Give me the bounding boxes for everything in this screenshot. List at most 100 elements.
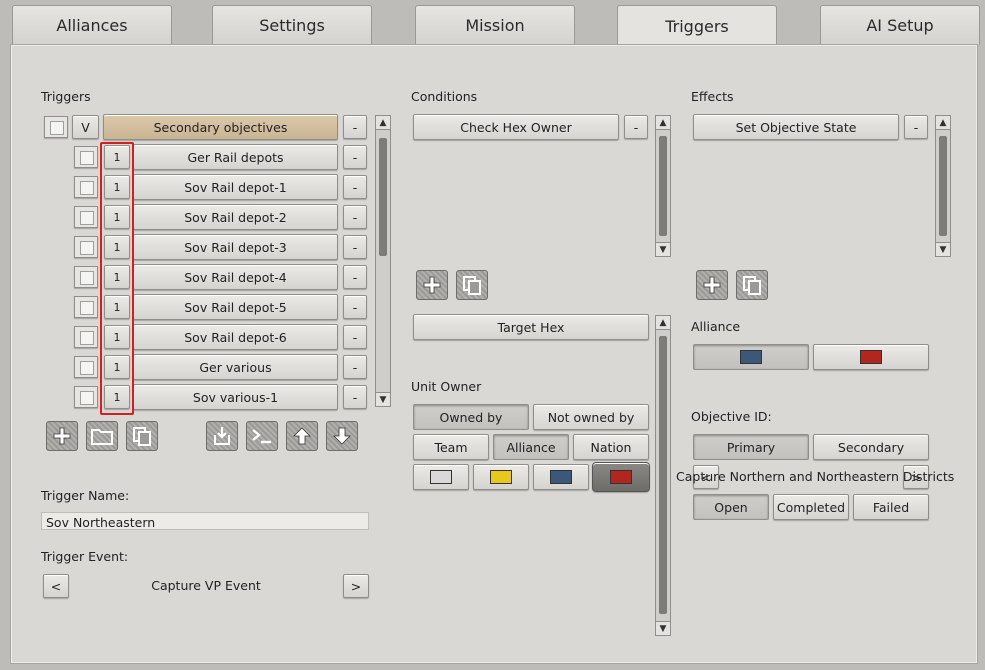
conditions-title: Conditions: [411, 89, 478, 104]
trigger-checkbox[interactable]: [74, 386, 98, 408]
scroll-thumb[interactable]: [659, 336, 667, 614]
remove-trigger-button[interactable]: -: [343, 295, 367, 319]
copy-condition-icon[interactable]: [456, 270, 488, 300]
scroll-up-icon[interactable]: ▲: [656, 116, 670, 130]
scroll-thumb[interactable]: [379, 138, 387, 256]
tab-mission[interactable]: Mission: [415, 5, 575, 45]
add-effect-icon[interactable]: [696, 270, 728, 300]
trigger-event-label: Trigger Event:: [41, 549, 129, 564]
trigger-item[interactable]: Sov Rail depot-3: [133, 234, 338, 260]
header-checkbox[interactable]: [44, 116, 68, 138]
trigger-checkbox[interactable]: [74, 236, 98, 258]
arrow-down-icon[interactable]: [326, 421, 358, 451]
not-owned-by-button[interactable]: Not owned by: [533, 404, 649, 430]
trigger-name-input[interactable]: Sov Northeastern: [41, 512, 369, 530]
tab-alliances[interactable]: Alliances: [12, 5, 172, 45]
secondary-button[interactable]: Secondary: [813, 434, 929, 460]
owned-by-button[interactable]: Owned by: [413, 404, 529, 430]
condition-check-hex-owner[interactable]: Check Hex Owner: [413, 114, 619, 140]
import-icon[interactable]: [206, 421, 238, 451]
tab-ai-setup[interactable]: AI Setup: [820, 5, 980, 45]
remove-trigger-button[interactable]: -: [343, 145, 367, 169]
header-v-button[interactable]: V: [72, 115, 99, 139]
condition-params-scrollbar[interactable]: ▲ ▼: [655, 315, 671, 636]
color-button-red[interactable]: [592, 462, 650, 492]
color-button-blue[interactable]: [533, 464, 589, 490]
remove-trigger-button[interactable]: -: [343, 235, 367, 259]
trigger-item[interactable]: Sov Rail depot-6: [133, 324, 338, 350]
console-icon[interactable]: [246, 421, 278, 451]
copy-icon[interactable]: [126, 421, 158, 451]
remove-trigger-button[interactable]: -: [343, 385, 367, 409]
color-swatch: [550, 470, 572, 484]
state-failed-button[interactable]: Failed: [853, 494, 929, 520]
scroll-down-icon[interactable]: ▼: [656, 621, 670, 635]
state-open-button[interactable]: Open: [693, 494, 769, 520]
trigger-item[interactable]: Ger Rail depots: [133, 144, 338, 170]
scroll-down-icon[interactable]: ▼: [656, 242, 670, 256]
trigger-checkbox[interactable]: [74, 326, 98, 348]
remove-trigger-button[interactable]: -: [343, 355, 367, 379]
nation-button[interactable]: Nation: [573, 434, 649, 460]
effect-set-objective-state[interactable]: Set Objective State: [693, 114, 899, 140]
trigger-name-label: Trigger Name:: [41, 488, 130, 503]
number-column-highlight: [100, 142, 134, 415]
folder-icon[interactable]: [86, 421, 118, 451]
objective-name: Capture Northern and Northeastern Distri…: [676, 469, 955, 484]
remove-effect-button[interactable]: -: [904, 115, 928, 139]
trigger-item[interactable]: Sov Rail depot-4: [133, 264, 338, 290]
target-hex-button[interactable]: Target Hex: [413, 314, 649, 340]
tab-settings[interactable]: Settings: [212, 5, 372, 45]
conditions-scrollbar[interactable]: ▲ ▼: [655, 115, 671, 257]
remove-condition-button[interactable]: -: [624, 115, 648, 139]
team-button[interactable]: Team: [413, 434, 489, 460]
primary-button[interactable]: Primary: [693, 434, 809, 460]
trigger-checkbox[interactable]: [74, 356, 98, 378]
trigger-checkbox[interactable]: [74, 296, 98, 318]
trigger-checkbox[interactable]: [74, 176, 98, 198]
trigger-item[interactable]: Ger various: [133, 354, 338, 380]
remove-trigger-button[interactable]: -: [343, 205, 367, 229]
add-condition-icon[interactable]: [416, 270, 448, 300]
triggers-title: Triggers: [41, 89, 91, 104]
effects-title: Effects: [691, 89, 734, 104]
copy-effect-icon[interactable]: [736, 270, 768, 300]
trigger-item[interactable]: Sov Rail depot-2: [133, 204, 338, 230]
color-swatch: [490, 470, 512, 484]
state-completed-button[interactable]: Completed: [773, 494, 849, 520]
scroll-down-icon[interactable]: ▼: [936, 242, 950, 256]
remove-trigger-button[interactable]: -: [343, 175, 367, 199]
trigger-event-value: Capture VP Event: [151, 578, 261, 593]
color-swatch: [610, 470, 632, 484]
trigger-checkbox[interactable]: [74, 266, 98, 288]
event-next-button[interactable]: >: [343, 574, 369, 598]
remove-trigger-button[interactable]: -: [343, 325, 367, 349]
trigger-checkbox[interactable]: [74, 146, 98, 168]
trigger-group-header[interactable]: Secondary objectives: [103, 114, 338, 140]
arrow-up-icon[interactable]: [286, 421, 318, 451]
color-button-white[interactable]: [413, 464, 469, 490]
trigger-checkbox[interactable]: [74, 206, 98, 228]
alliance-button[interactable]: Alliance: [493, 434, 569, 460]
tab-triggers[interactable]: Triggers: [617, 5, 777, 46]
remove-group-button[interactable]: -: [343, 115, 367, 139]
alliance-blue-button[interactable]: [693, 344, 809, 370]
color-button-yellow[interactable]: [473, 464, 529, 490]
trigger-item[interactable]: Sov various-1: [133, 384, 338, 410]
triggers-scrollbar[interactable]: ▲ ▼: [375, 115, 391, 407]
alliance-red-button[interactable]: [813, 344, 929, 370]
add-icon[interactable]: [46, 421, 78, 451]
scroll-up-icon[interactable]: ▲: [656, 316, 670, 330]
color-swatch: [860, 350, 882, 364]
scroll-up-icon[interactable]: ▲: [936, 116, 950, 130]
remove-trigger-button[interactable]: -: [343, 265, 367, 289]
trigger-item[interactable]: Sov Rail depot-1: [133, 174, 338, 200]
trigger-item[interactable]: Sov Rail depot-5: [133, 294, 338, 320]
scroll-thumb[interactable]: [939, 136, 947, 236]
scroll-thumb[interactable]: [659, 136, 667, 236]
scroll-up-icon[interactable]: ▲: [376, 116, 390, 130]
color-swatch: [430, 470, 452, 484]
effects-scrollbar[interactable]: ▲ ▼: [935, 115, 951, 257]
scroll-down-icon[interactable]: ▼: [376, 392, 390, 406]
alliance-label: Alliance: [691, 319, 741, 334]
